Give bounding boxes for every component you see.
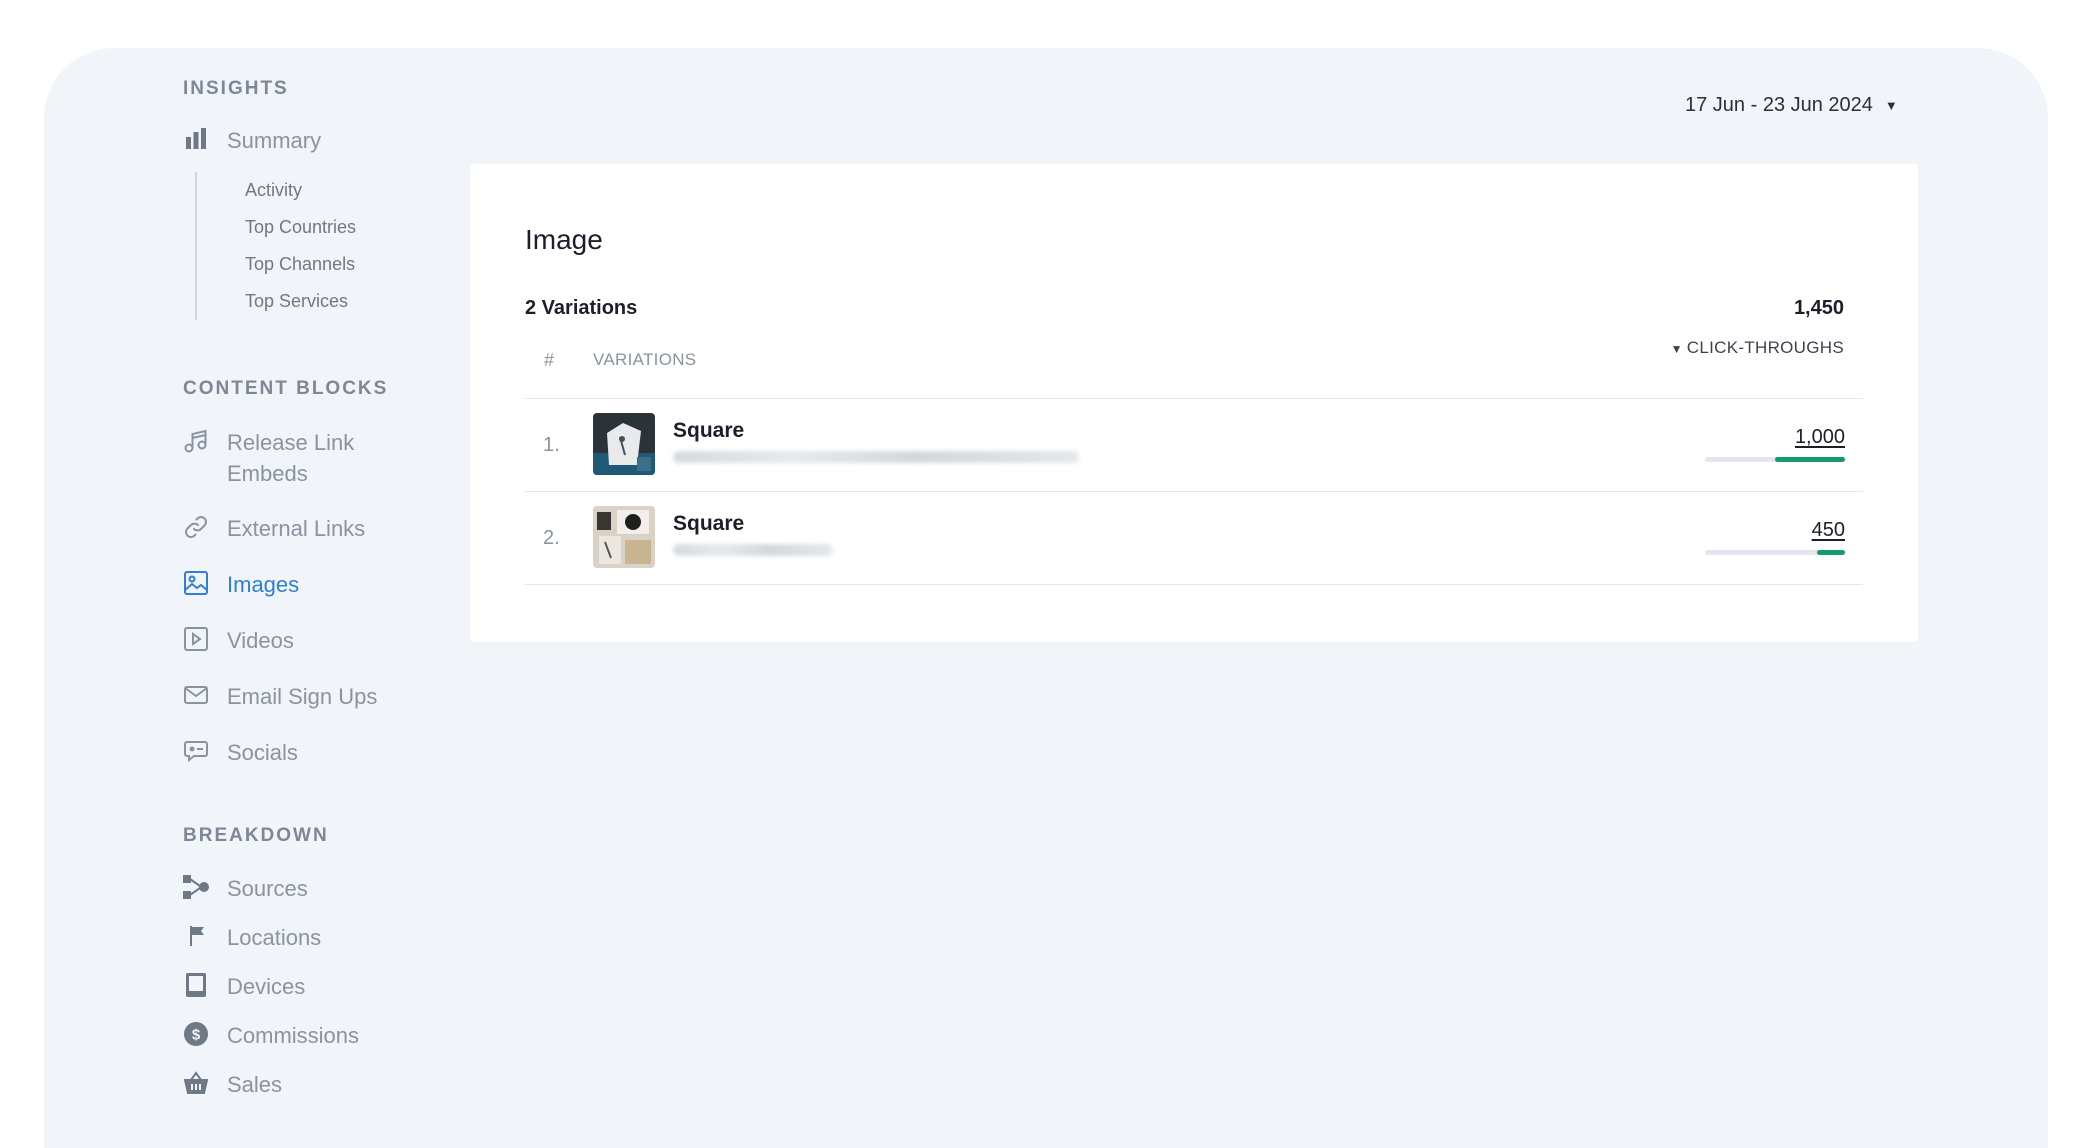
sidebar-item-commissions[interactable]: $ Commissions <box>183 1020 359 1051</box>
mail-icon <box>183 682 209 708</box>
row-number: 1. <box>543 434 560 456</box>
music-note-icon <box>183 428 209 454</box>
sidebar-item-socials[interactable]: Socials <box>183 737 298 768</box>
sidebar-subitem-top-services[interactable]: Top Services <box>245 291 348 312</box>
sidebar-item-videos[interactable]: Videos <box>183 625 294 656</box>
sidebar-item-devices[interactable]: Devices <box>183 971 305 1002</box>
variation-title: Square <box>673 512 745 535</box>
sidebar-item-label: Release Link Embeds <box>227 430 355 486</box>
variations-count: 2 Variations <box>525 297 638 319</box>
flag-icon <box>183 923 209 949</box>
variation-thumbnail <box>593 413 655 475</box>
sidebar-item-label: Sources <box>227 876 308 901</box>
date-range-picker[interactable]: 17 Jun - 23 Jun 2024 ▼ <box>1685 94 1898 117</box>
sidebar-item-label: Devices <box>227 974 306 999</box>
sidebar-item-sources[interactable]: Sources <box>183 873 308 904</box>
total-click-throughs: 1,450 <box>1793 297 1844 319</box>
row-number: 2. <box>543 527 560 549</box>
progress-bar <box>1705 550 1845 555</box>
link-icon <box>183 514 209 540</box>
sidebar-item-label: Images <box>227 572 300 597</box>
sidebar-item-label: External Links <box>227 516 366 541</box>
table-divider <box>525 584 1863 585</box>
bar-chart-icon <box>183 126 209 152</box>
sidebar-subitem-top-channels[interactable]: Top Channels <box>245 254 355 275</box>
submenu-rail <box>195 172 197 320</box>
table-row[interactable]: 1. Square 1,000 <box>525 399 1863 491</box>
chat-icon <box>183 738 209 764</box>
sidebar-item-label: Commissions <box>227 1023 360 1048</box>
date-range-label: 17 Jun - 23 Jun 2024 <box>1685 94 1873 116</box>
table-row[interactable]: 2. Square 450 <box>525 492 1863 584</box>
image-icon <box>183 570 209 596</box>
sidebar-item-label: Sales <box>227 1072 283 1097</box>
tablet-icon <box>183 972 209 998</box>
column-header-variations: VARIATIONS <box>593 350 697 369</box>
sidebar-item-summary[interactable]: Summary <box>183 125 321 156</box>
section-title-insights: INSIGHTS <box>183 78 289 99</box>
section-title-content-blocks: CONTENT BLOCKS <box>183 378 389 399</box>
sidebar-subitem-activity[interactable]: Activity <box>245 180 302 201</box>
sidebar-item-label: Socials <box>227 740 298 765</box>
blurred-description <box>673 451 1079 463</box>
blurred-description <box>673 544 833 556</box>
section-title-breakdown: BREAKDOWN <box>183 825 329 846</box>
column-header-label: CLICK-THROUGHS <box>1686 338 1844 357</box>
variation-thumbnail <box>593 506 655 568</box>
sidebar-item-label: Email Sign Ups <box>227 684 378 709</box>
click-through-value[interactable]: 1,000 <box>1795 426 1845 449</box>
sidebar-item-email-sign-ups[interactable]: Email Sign Ups <box>183 681 377 712</box>
column-header-number: # <box>544 350 555 370</box>
progress-bar-fill <box>1817 550 1845 555</box>
variation-title: Square <box>673 419 745 442</box>
sidebar-item-release-link-embeds[interactable]: Release Link Embeds <box>183 427 354 489</box>
sidebar-item-images[interactable]: Images <box>183 569 299 600</box>
sidebar-item-label: Locations <box>227 925 322 950</box>
progress-bar-fill <box>1775 457 1845 462</box>
dollar-icon: $ <box>183 1021 209 1047</box>
flow-icon <box>183 874 209 900</box>
image-variations-card: Image 2 Variations 1,450 # VARIATIONS ▼ C… <box>470 164 1918 642</box>
sidebar-item-label: Summary <box>227 128 322 153</box>
column-header-click-throughs[interactable]: ▼ CLICK-THROUGHS <box>1671 338 1844 358</box>
basket-icon <box>183 1070 209 1096</box>
progress-bar <box>1705 457 1845 462</box>
sidebar-subitem-top-countries[interactable]: Top Countries <box>245 217 356 238</box>
play-icon <box>183 626 209 652</box>
svg-text:$: $ <box>192 1027 201 1044</box>
sidebar-item-external-links[interactable]: External Links <box>183 513 365 544</box>
sidebar-item-locations[interactable]: Locations <box>183 922 321 953</box>
card-title: Image <box>525 224 603 255</box>
click-through-value[interactable]: 450 <box>1812 519 1845 542</box>
sidebar-item-label: Videos <box>227 628 294 653</box>
sidebar-item-sales[interactable]: Sales <box>183 1069 282 1100</box>
sort-desc-icon: ▼ <box>1670 342 1683 356</box>
chevron-down-icon: ▼ <box>1884 98 1898 113</box>
